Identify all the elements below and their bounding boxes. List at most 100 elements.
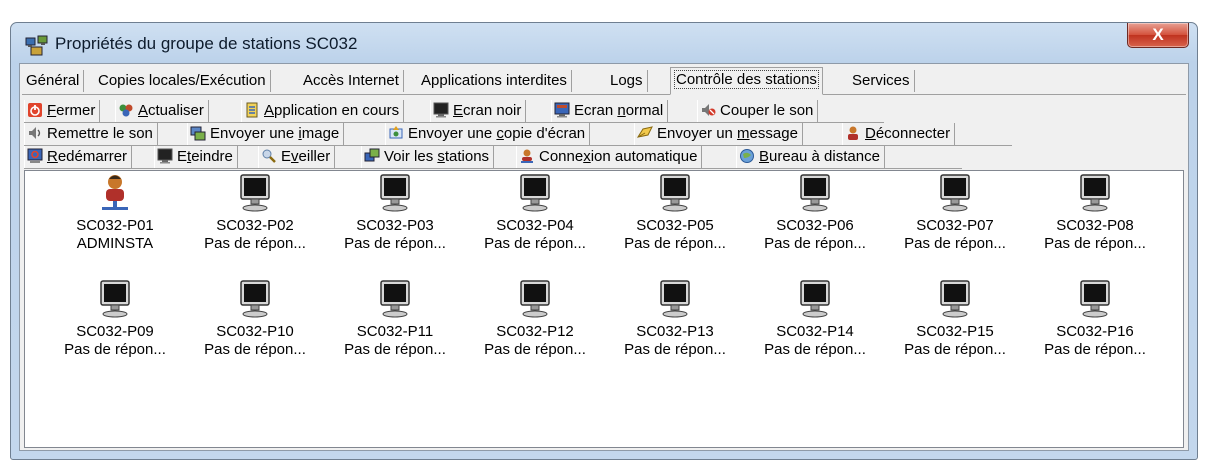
- tab-label: Logs: [610, 72, 643, 89]
- envoyer-image-button[interactable]: Envoyer une image: [187, 123, 345, 145]
- power-icon: [28, 103, 42, 117]
- station-status: Pas de répon...: [764, 341, 866, 358]
- station-item[interactable]: SC032-P11 Pas de répon...: [329, 279, 461, 359]
- label-post: opie d'écran: [503, 125, 586, 142]
- station-item[interactable]: SC032-P10 Pas de répon...: [189, 279, 321, 359]
- label-mnemonic: E: [453, 102, 464, 119]
- station-item[interactable]: SC032-P08 Pas de répon...: [1029, 173, 1161, 253]
- tab-label: Accès Internet: [303, 72, 399, 89]
- monitor-icon: [380, 280, 410, 318]
- label-post: eindre: [191, 148, 233, 165]
- tab-controle-stations[interactable]: Contrôle des stations: [670, 67, 823, 95]
- black-screen-icon: [433, 102, 449, 118]
- station-status: Pas de répon...: [1044, 341, 1146, 358]
- tab-label: Général: [26, 72, 80, 89]
- eteindre-button[interactable]: Eteindre: [154, 146, 238, 168]
- station-item[interactable]: SC032-P06 Pas de répon...: [749, 173, 881, 253]
- view-stations-icon: [364, 148, 380, 162]
- label-mnemonic: A: [138, 102, 149, 119]
- screenshot-icon: [389, 126, 403, 139]
- station-status: Pas de répon...: [1044, 235, 1146, 252]
- station-item[interactable]: SC032-P04 Pas de répon...: [469, 173, 601, 253]
- envoyer-copie-ecran-button[interactable]: Envoyer une copie d'écran: [385, 123, 591, 145]
- deconnecter-button[interactable]: Déconnecter: [842, 123, 956, 145]
- tab-label: Applications interdites: [421, 72, 567, 89]
- tab-acces-internet[interactable]: Accès Internet: [299, 70, 404, 92]
- dialog-body: Général Copies locales/Exécution Accès I…: [19, 63, 1189, 451]
- label-post: ermer: [56, 102, 96, 119]
- remettre-le-son-button[interactable]: Remettre le son: [24, 123, 158, 145]
- label-post: ormal: [625, 102, 664, 119]
- tab-general[interactable]: Général: [22, 70, 85, 92]
- ecran-noir-button[interactable]: Ecran noir: [430, 100, 527, 122]
- restart-icon: [27, 148, 43, 163]
- ecran-normal-button[interactable]: Ecran normal: [551, 100, 669, 122]
- monitor-icon: [940, 280, 970, 318]
- remote-desktop-icon: [740, 149, 754, 163]
- label-mnemonic: v: [291, 148, 299, 165]
- close-button[interactable]: X: [1127, 23, 1189, 48]
- label-post: cran noir: [463, 102, 522, 119]
- redemarrer-button[interactable]: Redémarrer: [24, 146, 133, 168]
- title-bar[interactable]: Propriétés du groupe de stations SC032 X: [11, 23, 1197, 63]
- monitor-icon: [520, 280, 550, 318]
- station-item[interactable]: SC032-P13 Pas de répon...: [609, 279, 741, 359]
- station-item[interactable]: SC032-P12 Pas de répon...: [469, 279, 601, 359]
- tab-applications-interdites[interactable]: Applications interdites: [417, 70, 572, 92]
- label-mnemonic: D: [865, 125, 876, 142]
- actualiser-button[interactable]: Actualiser: [115, 100, 209, 122]
- window-title: Propriétés du groupe de stations SC032: [55, 34, 358, 53]
- station-name: SC032-P11: [356, 323, 434, 340]
- couper-le-son-button[interactable]: Couper le son: [697, 100, 819, 122]
- shutdown-icon: [157, 148, 173, 164]
- label-post: edémarrer: [57, 148, 128, 165]
- label-pre: Envoyer une: [408, 125, 497, 142]
- eveiller-button[interactable]: Eveiller: [258, 146, 336, 168]
- label-mnemonic: n: [617, 102, 626, 119]
- refresh-icon: [119, 104, 133, 117]
- station-list[interactable]: SC032-P01 ADMINSTA SC032-P02 Pas de répo…: [24, 170, 1184, 448]
- label-post: ctualiser: [148, 102, 204, 119]
- bureau-a-distance-button[interactable]: Bureau à distance: [736, 146, 885, 168]
- station-status: Pas de répon...: [484, 235, 586, 252]
- station-item[interactable]: SC032-P05 Pas de répon...: [609, 173, 741, 253]
- label-pre: Ecran: [574, 102, 618, 119]
- station-status: Pas de répon...: [904, 235, 1006, 252]
- disconnect-icon: [848, 126, 858, 140]
- monitor-icon: [100, 280, 130, 318]
- station-item[interactable]: SC032-P16 Pas de répon...: [1029, 279, 1161, 359]
- station-item[interactable]: SC032-P07 Pas de répon...: [889, 173, 1021, 253]
- label-pre: Envoyer un: [657, 125, 738, 142]
- fermer-button[interactable]: Fermer: [24, 100, 101, 122]
- station-item[interactable]: SC032-P01 ADMINSTA: [49, 173, 181, 253]
- tab-services[interactable]: Services: [848, 70, 915, 92]
- label-mnemonic: F: [47, 102, 57, 119]
- label-post: eiller: [298, 148, 331, 165]
- station-status: Pas de répon...: [624, 235, 726, 252]
- label-pre: Conne: [539, 148, 584, 165]
- station-name: SC032-P07: [916, 217, 994, 234]
- label-mnemonic: s: [437, 148, 445, 165]
- voir-les-stations-button[interactable]: Voir les stations: [361, 146, 495, 168]
- application-en-cours-button[interactable]: Application en cours: [241, 100, 405, 122]
- tab-label: Copies locales/Exécution: [98, 72, 266, 89]
- station-item[interactable]: SC032-P14 Pas de répon...: [749, 279, 881, 359]
- station-status: Pas de répon...: [624, 341, 726, 358]
- connexion-automatique-button[interactable]: Connexion automatique: [516, 146, 703, 168]
- monitor-icon: [1080, 174, 1110, 212]
- station-item[interactable]: SC032-P02 Pas de répon...: [189, 173, 321, 253]
- label-pre: Voir les: [384, 148, 438, 165]
- tab-copies-locales[interactable]: Copies locales/Exécution: [94, 70, 271, 92]
- monitor-icon: [660, 280, 690, 318]
- properties-window: Propriétés du groupe de stations SC032 X…: [10, 22, 1198, 460]
- message-icon: [637, 126, 653, 138]
- station-status: Pas de répon...: [64, 341, 166, 358]
- station-item[interactable]: SC032-P15 Pas de répon...: [889, 279, 1021, 359]
- station-status: Pas de répon...: [764, 235, 866, 252]
- station-item[interactable]: SC032-P03 Pas de répon...: [329, 173, 461, 253]
- label-post: éconnecter: [875, 125, 951, 142]
- envoyer-message-button[interactable]: Envoyer un message: [634, 123, 803, 145]
- tab-logs[interactable]: Logs: [606, 70, 648, 92]
- label-mnemonic: m: [737, 125, 750, 142]
- station-item[interactable]: SC032-P09 Pas de répon...: [49, 279, 181, 359]
